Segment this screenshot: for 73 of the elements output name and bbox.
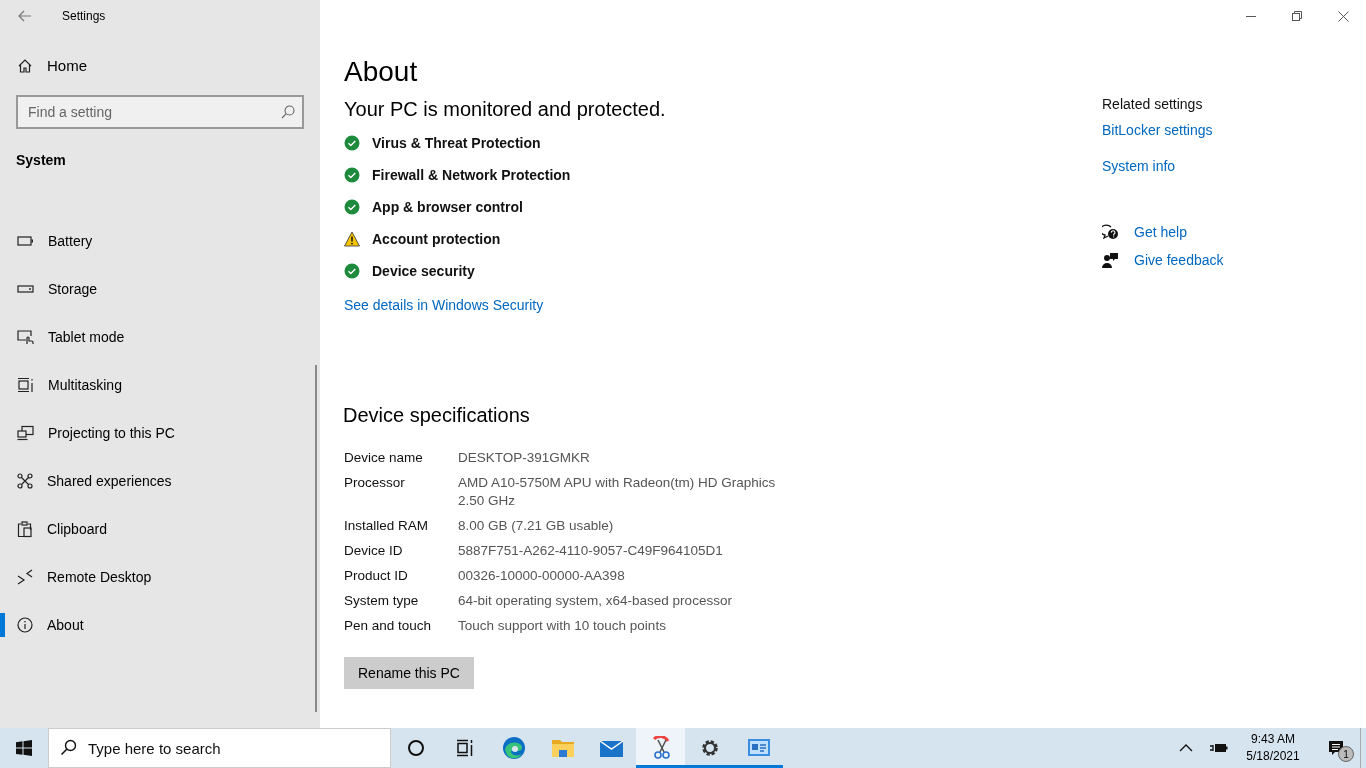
- tablet-hand-icon: [17, 329, 34, 345]
- spec-label: Device name: [344, 449, 424, 467]
- spec-label: Processor: [344, 474, 406, 492]
- nav-item[interactable]: Battery: [0, 217, 310, 265]
- search-field[interactable]: Find a setting: [16, 95, 304, 129]
- nav-item[interactable]: Shared experiences: [0, 457, 310, 505]
- settings-link[interactable]: BitLocker settings: [1102, 122, 1213, 138]
- nav-item[interactable]: Projecting to this PC: [0, 409, 310, 457]
- window-title: Settings: [62, 9, 106, 23]
- spec-label: Pen and touch: [344, 617, 433, 635]
- info-icon: [17, 617, 33, 633]
- edge-browser-icon: [501, 736, 526, 760]
- protection-label: Virus & Threat Protection: [372, 135, 541, 151]
- nav-item[interactable]: Tablet mode: [0, 313, 310, 361]
- restore-icon[interactable]: [1292, 11, 1302, 21]
- remote-desktop-icon: [17, 569, 33, 585]
- check-circle-icon: [344, 167, 360, 183]
- taskbar-search-field[interactable]: Type here to search: [48, 728, 391, 768]
- feedback-person-icon: [1102, 252, 1119, 268]
- cortana-ring-icon: [406, 739, 425, 757]
- spec-value: 8.00 GB (7.21 GB usable): [458, 517, 615, 535]
- protection-label: App & browser control: [372, 199, 523, 215]
- scrollbar[interactable]: [315, 365, 317, 712]
- nav-item[interactable]: Remote Desktop: [0, 553, 310, 601]
- protection-label: Device security: [372, 263, 475, 279]
- status-heading: Your PC is monitored and protected.: [344, 98, 667, 121]
- spec-value: 5887F751-A262-4110-9057-C49F964105D1: [458, 542, 724, 560]
- chevron-up-icon[interactable]: [1179, 742, 1193, 754]
- spec-value: 64-bit operating system, x64-based processor: [458, 592, 733, 610]
- gear-icon: [699, 738, 720, 758]
- warning-icon: [344, 231, 360, 247]
- rename-button[interactable]: Rename this PC: [344, 657, 474, 689]
- spec-label: System type: [344, 592, 420, 610]
- help-link[interactable]: Give feedback: [1134, 252, 1224, 268]
- spec-value: 00326-10000-00000-AA398: [458, 567, 626, 585]
- home-icon: [17, 57, 33, 74]
- page-title: About: [344, 55, 419, 89]
- home-link[interactable]: Home: [17, 57, 87, 74]
- clipboard-icon: [17, 520, 33, 538]
- shared-nodes-icon: [17, 473, 33, 489]
- battery-icon: [17, 233, 34, 249]
- search-icon: [280, 104, 296, 120]
- windows-logo-icon[interactable]: [16, 740, 32, 756]
- search-icon: [60, 739, 77, 756]
- section-heading: System: [16, 152, 67, 168]
- check-circle-icon: [344, 135, 360, 151]
- notification-badge: 1: [1338, 746, 1354, 762]
- clock[interactable]: 9:43 AM 5/18/2021: [1234, 728, 1312, 768]
- spec-label: Device ID: [344, 542, 404, 560]
- related-heading: Related settings: [1102, 96, 1204, 112]
- back-arrow-icon[interactable]: [17, 8, 33, 24]
- spec-value: AMD A10-5750M APU with Radeon(tm) HD Graphics 2.50 GHz: [458, 474, 777, 510]
- spec-value: Touch support with 10 touch points: [458, 617, 667, 635]
- protection-label: Firewall & Network Protection: [372, 167, 571, 183]
- spec-label: Product ID: [344, 567, 409, 585]
- security-link[interactable]: See details in Windows Security: [344, 297, 544, 313]
- spec-value: DESKTOP-391GMKR: [458, 449, 591, 467]
- section-heading: Device specifications: [343, 404, 531, 427]
- projecting-icon: [17, 425, 34, 441]
- task-view-icon: [455, 739, 474, 757]
- close-icon[interactable]: [1337, 10, 1349, 22]
- nav-item[interactable]: Storage: [0, 265, 310, 313]
- check-circle-icon: [344, 263, 360, 279]
- settings-link[interactable]: System info: [1102, 158, 1176, 174]
- help-chat-icon: [1102, 224, 1119, 240]
- multitasking-icon: [17, 377, 34, 393]
- nav-item[interactable]: Clipboard: [0, 505, 310, 553]
- protection-label: Account protection: [372, 231, 501, 247]
- spec-label: Installed RAM: [344, 517, 430, 535]
- help-link[interactable]: Get help: [1134, 224, 1187, 240]
- check-circle-icon: [344, 199, 360, 215]
- battery-charging-icon[interactable]: [1208, 742, 1228, 754]
- nav-item[interactable]: Multitasking: [0, 361, 310, 409]
